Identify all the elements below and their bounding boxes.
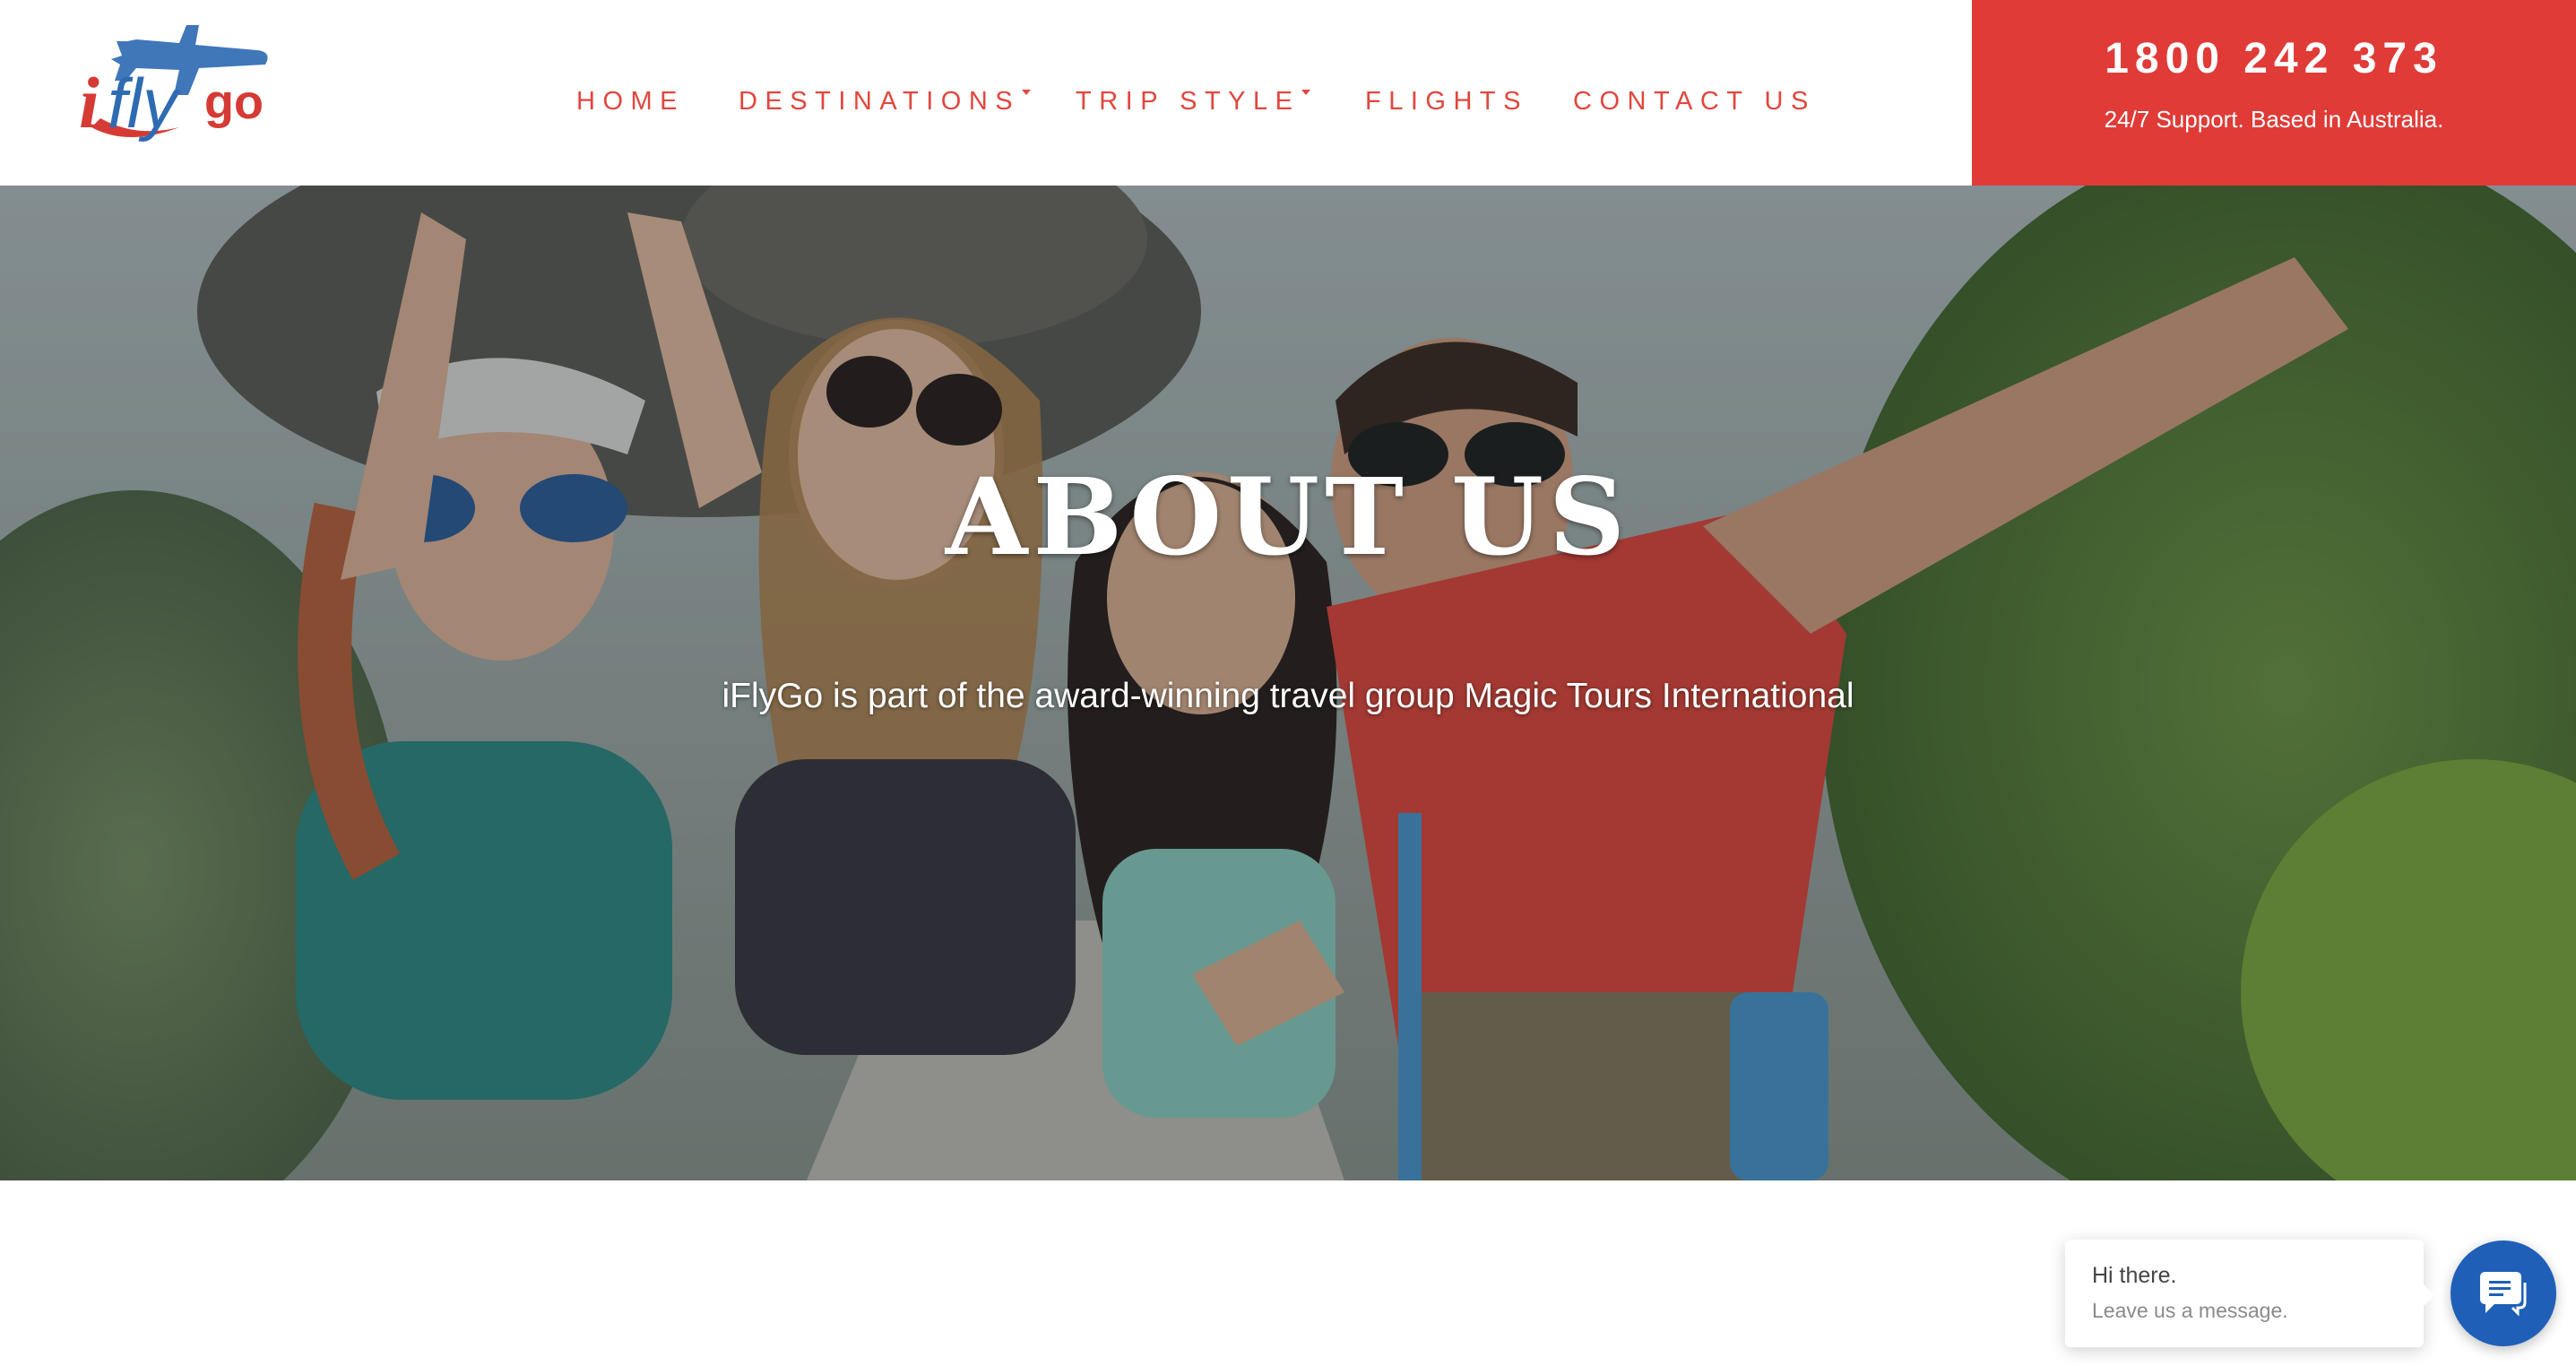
site-header: i fly go HOME DESTINATIONS TRIP STYLE FL… bbox=[0, 0, 2576, 186]
logo-letter-fly: fly bbox=[108, 64, 181, 143]
support-text: 24/7 Support. Based in Australia. bbox=[2104, 106, 2444, 133]
hero-banner: ABOUT US iFlyGo is part of the award-win… bbox=[0, 186, 2576, 1180]
nav-home[interactable]: HOME bbox=[576, 79, 685, 124]
hero-title: ABOUT US bbox=[945, 454, 1631, 579]
nav-destinations-label: DESTINATIONS bbox=[739, 87, 1021, 116]
chat-greeting: Hi there. bbox=[2092, 1263, 2177, 1288]
logo-letter-i: i bbox=[79, 62, 99, 143]
logo-letter-go: go bbox=[204, 75, 264, 129]
nav-contact-us-label: CONTACT US bbox=[1573, 87, 1816, 116]
chat-greeting-bubble[interactable]: Hi there. Leave us a message. bbox=[2065, 1240, 2434, 1347]
nav-trip-style-label: TRIP STYLE bbox=[1076, 87, 1301, 116]
iflygo-logo[interactable]: i fly go bbox=[73, 13, 280, 147]
phone-number[interactable]: 1800 242 373 bbox=[1972, 34, 2576, 83]
chat-launcher-button[interactable] bbox=[2451, 1241, 2556, 1346]
nav-trip-style[interactable]: TRIP STYLE bbox=[1076, 79, 1311, 124]
nav-flights[interactable]: FLIGHTS bbox=[1365, 79, 1528, 124]
dropdown-caret-icon bbox=[1022, 90, 1032, 95]
nav-flights-label: FLIGHTS bbox=[1365, 87, 1528, 116]
phone-contact-box[interactable]: 1800 242 373 24/7 Support. Based in Aust… bbox=[1972, 0, 2576, 186]
nav-destinations[interactable]: DESTINATIONS bbox=[739, 79, 1032, 124]
hero-subtitle: iFlyGo is part of the award-winning trav… bbox=[722, 677, 1854, 715]
nav-home-label: HOME bbox=[576, 87, 685, 116]
chat-prompt: Leave us a message. bbox=[2092, 1299, 2288, 1322]
dropdown-caret-icon bbox=[1301, 90, 1311, 95]
nav-contact-us[interactable]: CONTACT US bbox=[1573, 79, 1816, 124]
chat-icon bbox=[2480, 1272, 2527, 1317]
